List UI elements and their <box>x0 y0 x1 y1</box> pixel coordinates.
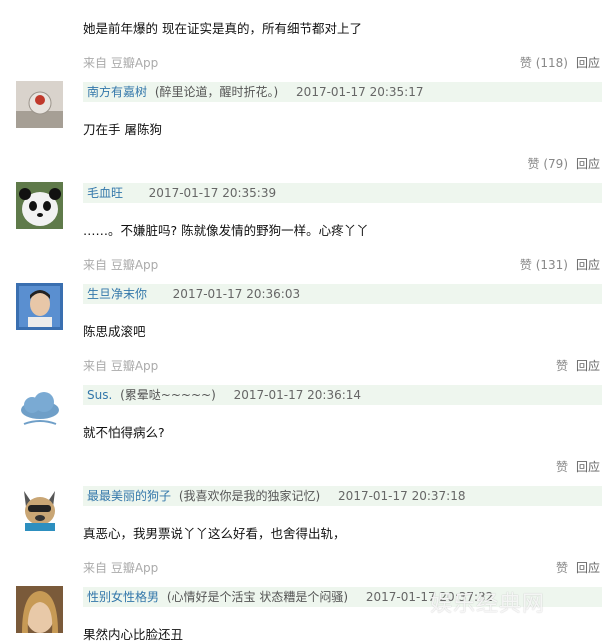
reply-button[interactable]: 回应 <box>576 357 600 374</box>
comment-footer: 赞 回应 <box>83 458 600 475</box>
like-button[interactable]: 赞 (79) <box>528 155 568 172</box>
comment-item: Sus. (累晕哒~~~~~) 2017-01-17 20:36:14 就不怕得… <box>0 384 605 485</box>
reply-button[interactable]: 回应 <box>576 155 600 172</box>
source-label: 来自 豆瓣App <box>83 56 159 70</box>
like-button[interactable]: 赞 (131) <box>520 256 568 273</box>
comment-text: 真恶心，我男票说丫丫这么好看，也舍得出轨， <box>83 526 346 541</box>
comment-text: 刀在手 屠陈狗 <box>83 122 162 137</box>
photo-avatar-icon <box>16 586 63 633</box>
username-link[interactable]: 南方有嘉树 <box>87 82 147 102</box>
timestamp: 2017-01-17 20:36:03 <box>172 287 301 301</box>
comment-footer: 赞 (79) 回应 <box>83 155 600 172</box>
comment-footer: 来自 豆瓣App 赞 回应 <box>83 357 600 374</box>
comment-footer: 来自 豆瓣App 赞 (118) 回应 <box>83 54 600 71</box>
watermark: 娱乐经典网 <box>430 592 546 617</box>
comment-text: 就不怕得病么? <box>83 425 165 440</box>
reply-button[interactable]: 回应 <box>576 458 600 475</box>
username-link[interactable]: 最最美丽的狗子 <box>87 486 171 506</box>
user-status: (心情好是个活宝 状态糟是个闷骚) <box>166 590 349 604</box>
comment-text: 果然内心比脸还丑 <box>83 627 184 642</box>
comment-item: 生旦净末你 2017-01-17 20:36:03 陈思成滚吧 来自 豆瓣App… <box>0 283 605 384</box>
like-button[interactable]: 赞 <box>556 357 568 374</box>
avatar[interactable] <box>16 182 63 229</box>
comment-meta: 南方有嘉树 (醉里论道，醒时折花。) 2017-01-17 20:35:17 <box>83 82 602 102</box>
user-status: (醉里论道，醒时折花。) <box>154 85 279 99</box>
avatar[interactable] <box>16 283 63 330</box>
photo-avatar-icon <box>16 283 63 330</box>
source-label: 来自 豆瓣App <box>83 359 159 373</box>
source-label: 来自 豆瓣App <box>83 561 159 575</box>
user-status: (我喜欢你是我的独家记忆) <box>178 489 321 503</box>
comment-footer: 来自 豆瓣App 赞 (131) 回应 <box>83 256 600 273</box>
comment-footer: 来自 豆瓣App 赞 回应 <box>83 559 600 576</box>
reply-button[interactable]: 回应 <box>576 256 600 273</box>
comment-meta: 最最美丽的狗子 (我喜欢你是我的独家记忆) 2017-01-17 20:37:1… <box>83 486 602 506</box>
comment-item: 南方有嘉树 (醉里论道，醒时折花。) 2017-01-17 20:35:17 刀… <box>0 81 605 182</box>
username-link[interactable]: Sus. <box>87 385 112 405</box>
timestamp: 2017-01-17 20:35:17 <box>296 85 424 99</box>
like-button[interactable]: 赞 <box>556 559 568 576</box>
cartoon-dog-avatar-icon <box>16 485 63 532</box>
comment-meta: 毛血旺 2017-01-17 20:35:39 <box>83 183 602 203</box>
panda-avatar-icon <box>16 182 63 229</box>
avatar[interactable] <box>16 586 63 633</box>
comment-meta: Sus. (累晕哒~~~~~) 2017-01-17 20:36:14 <box>83 385 602 405</box>
comment-text: 陈思成滚吧 <box>83 324 146 339</box>
like-button[interactable]: 赞 <box>556 458 568 475</box>
username-link[interactable]: 生旦净末你 <box>87 284 147 304</box>
source-label: 来自 豆瓣App <box>83 258 159 272</box>
user-status: (累晕哒~~~~~) <box>120 388 216 402</box>
avatar[interactable] <box>16 485 63 532</box>
reply-button[interactable]: 回应 <box>576 559 600 576</box>
timestamp: 2017-01-17 20:35:39 <box>148 186 277 200</box>
cloud-avatar-icon <box>16 384 63 431</box>
username-link[interactable]: 性别女性格男 <box>87 587 159 607</box>
comment-item: 最最美丽的狗子 (我喜欢你是我的独家记忆) 2017-01-17 20:37:1… <box>0 485 605 586</box>
avatar-image-icon <box>16 81 63 128</box>
avatar[interactable] <box>16 384 63 431</box>
avatar[interactable] <box>16 81 63 128</box>
comment-meta: 生旦净末你 2017-01-17 20:36:03 <box>83 284 602 304</box>
username-link[interactable]: 毛血旺 <box>87 183 123 203</box>
comment-text: 她是前年爆的 现在证实是真的，所有细节都对上了 <box>83 21 362 36</box>
timestamp: 2017-01-17 20:36:14 <box>233 388 362 402</box>
comment-item: 毛血旺 2017-01-17 20:35:39 ……。不嫌脏吗? 陈就像发情的野… <box>0 182 605 283</box>
timestamp: 2017-01-17 20:37:18 <box>338 489 466 503</box>
reply-button[interactable]: 回应 <box>576 54 600 71</box>
comment-text: ……。不嫌脏吗? 陈就像发情的野狗一样。心疼丫丫 <box>83 223 369 238</box>
like-button[interactable]: 赞 (118) <box>520 54 568 71</box>
